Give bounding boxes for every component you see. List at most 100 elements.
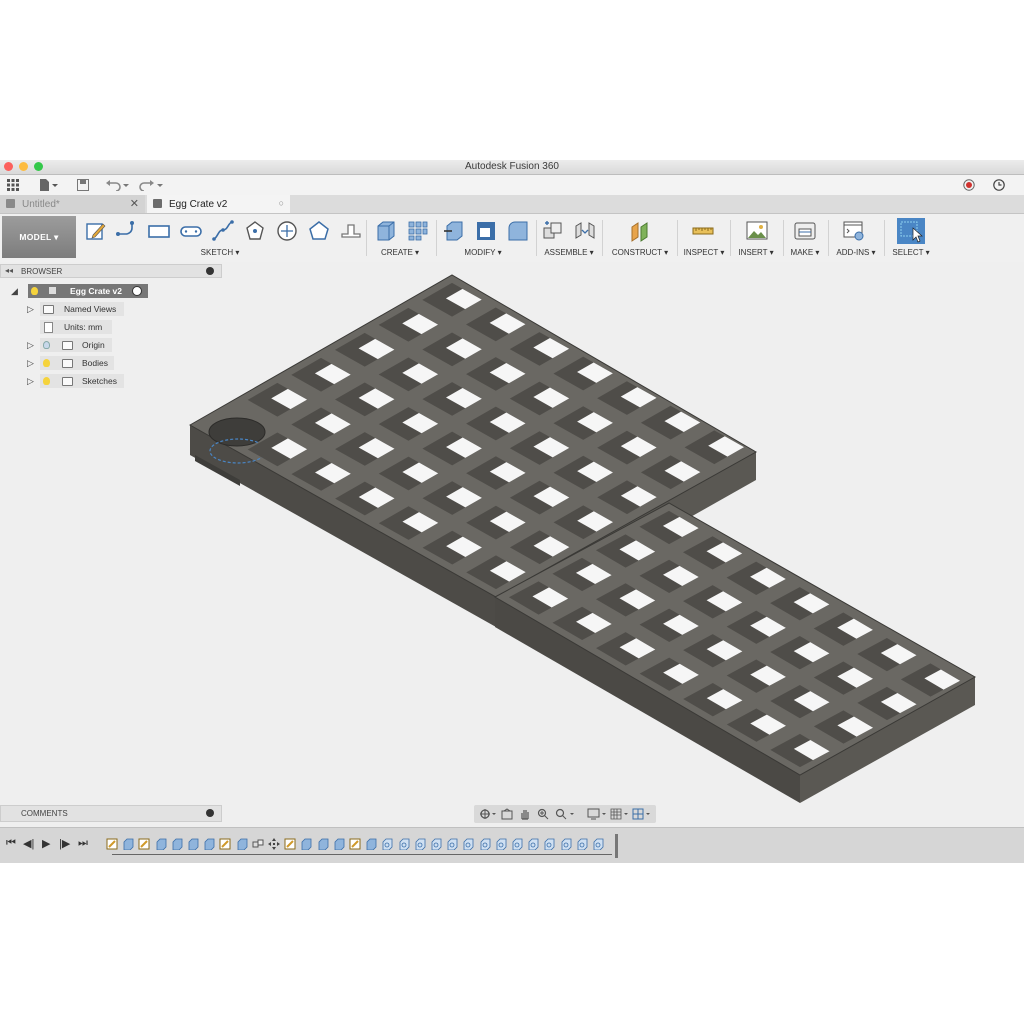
- 3d-viewport[interactable]: [0, 262, 1024, 827]
- inspect-menu[interactable]: INSPECT ▾: [684, 248, 725, 257]
- orbit-icon[interactable]: [478, 807, 498, 821]
- spline-icon[interactable]: [212, 220, 234, 242]
- pattern-icon[interactable]: [407, 220, 429, 242]
- timeline-extrude-icon[interactable]: [365, 838, 377, 850]
- select-icon[interactable]: [897, 218, 925, 244]
- make-menu[interactable]: MAKE ▾: [791, 248, 820, 257]
- file-icon[interactable]: [36, 177, 60, 193]
- timeline-pattern-icon[interactable]: [479, 838, 491, 850]
- visibility-bulb-icon[interactable]: [43, 359, 50, 367]
- clock-icon[interactable]: [992, 177, 1006, 193]
- visibility-bulb-off-icon[interactable]: [43, 341, 50, 349]
- step-back-icon[interactable]: ◀|: [23, 837, 34, 850]
- circle-icon[interactable]: [276, 220, 298, 242]
- zoom-icon[interactable]: [536, 807, 550, 821]
- expand-arrow-icon[interactable]: ▷: [27, 358, 34, 369]
- browser-item-bodies[interactable]: Bodies: [40, 356, 114, 370]
- expand-arrow-icon[interactable]: ▷: [27, 304, 34, 315]
- timeline-pattern-icon[interactable]: [398, 838, 410, 850]
- viewports-icon[interactable]: [632, 807, 652, 821]
- record-icon[interactable]: [962, 177, 976, 193]
- expand-arrow-icon[interactable]: ▷: [27, 376, 34, 387]
- timeline-pattern-icon[interactable]: [527, 838, 539, 850]
- collapse-arrow-icon[interactable]: ◢: [11, 286, 18, 297]
- modify-menu[interactable]: MODIFY ▾: [464, 248, 501, 257]
- browser-item-sketches[interactable]: Sketches: [40, 374, 124, 388]
- timeline-pattern-icon[interactable]: [576, 838, 588, 850]
- visibility-bulb-icon[interactable]: [31, 287, 38, 295]
- timeline-sketch-icon[interactable]: [219, 838, 231, 850]
- timeline-extrude-icon[interactable]: [155, 838, 167, 850]
- timeline-extrude-icon[interactable]: [333, 838, 345, 850]
- line-icon[interactable]: [116, 220, 138, 242]
- play-icon[interactable]: ▶: [42, 837, 50, 850]
- redo-icon[interactable]: [138, 177, 164, 193]
- visibility-bulb-icon[interactable]: [43, 377, 50, 385]
- browser-item-units[interactable]: Units: mm: [40, 320, 112, 334]
- create-sketch-icon[interactable]: [85, 220, 107, 242]
- browser-options-icon[interactable]: [206, 267, 214, 275]
- zoom-window-icon[interactable]: [554, 807, 578, 821]
- undo-icon[interactable]: [104, 177, 130, 193]
- timeline-pattern-icon[interactable]: [430, 838, 442, 850]
- unsaved-indicator-icon[interactable]: ○: [279, 198, 284, 208]
- select-menu[interactable]: SELECT ▾: [892, 248, 929, 257]
- grid-menu-icon[interactable]: [5, 177, 21, 193]
- close-tab-icon[interactable]: ✕: [130, 197, 139, 210]
- workspace-switcher[interactable]: MODEL ▾: [2, 216, 76, 258]
- go-to-end-icon[interactable]: ⏭: [78, 837, 88, 850]
- assemble-menu[interactable]: ASSEMBLE ▾: [544, 248, 593, 257]
- timeline-pattern-icon[interactable]: [592, 838, 604, 850]
- activate-radio-icon[interactable]: [132, 286, 142, 296]
- new-component-icon[interactable]: [542, 220, 564, 242]
- timeline-extrude-icon[interactable]: [300, 838, 312, 850]
- timeline-extrude-icon[interactable]: [236, 838, 248, 850]
- browser-item-named-views[interactable]: Named Views: [40, 302, 124, 316]
- timeline-extrude-icon[interactable]: [187, 838, 199, 850]
- timeline-move-icon[interactable]: [268, 838, 280, 850]
- timeline-pattern-icon[interactable]: [543, 838, 555, 850]
- timeline-pattern-icon[interactable]: [414, 838, 426, 850]
- add-comment-icon[interactable]: [206, 809, 214, 817]
- display-settings-icon[interactable]: [586, 807, 610, 821]
- project-icon[interactable]: [340, 220, 362, 242]
- polygon-icon[interactable]: [244, 220, 266, 242]
- shell-icon[interactable]: [475, 220, 497, 242]
- timeline-pattern-icon[interactable]: [462, 838, 474, 850]
- browser-panel-header[interactable]: ◂◂ BROWSER: [0, 264, 222, 278]
- timeline-extrude-icon[interactable]: [317, 838, 329, 850]
- browser-root-node[interactable]: Egg Crate v2: [28, 284, 148, 298]
- pentagon-icon[interactable]: [308, 220, 330, 242]
- save-icon[interactable]: [74, 177, 92, 193]
- collapse-panel-icon[interactable]: ◂◂: [5, 266, 13, 275]
- joint-icon[interactable]: [574, 220, 596, 242]
- timeline-sketch-icon[interactable]: [284, 838, 296, 850]
- timeline-extrude-icon[interactable]: [122, 838, 134, 850]
- press-pull-icon[interactable]: [443, 220, 465, 242]
- offset-plane-icon[interactable]: [629, 220, 651, 242]
- timeline-sketch-icon[interactable]: [349, 838, 361, 850]
- extrude-icon[interactable]: [375, 220, 397, 242]
- step-forward-icon[interactable]: |▶: [59, 837, 70, 850]
- look-at-icon[interactable]: [500, 807, 514, 821]
- browser-item-origin[interactable]: Origin: [40, 338, 112, 352]
- construct-menu[interactable]: CONSTRUCT ▾: [612, 248, 668, 257]
- timeline-pattern-icon[interactable]: [381, 838, 393, 850]
- timeline-extrude-icon[interactable]: [171, 838, 183, 850]
- tab-egg-crate[interactable]: Egg Crate v2 ○: [147, 195, 290, 213]
- pan-hand-icon[interactable]: [518, 807, 532, 821]
- measure-icon[interactable]: [692, 220, 714, 242]
- fillet-icon[interactable]: [507, 220, 529, 242]
- add-ins-menu[interactable]: ADD-INS ▾: [836, 248, 875, 257]
- comments-panel[interactable]: COMMENTS: [0, 805, 222, 822]
- timeline-extrude-icon[interactable]: [203, 838, 215, 850]
- timeline-pattern-icon[interactable]: [495, 838, 507, 850]
- timeline-sketch-icon[interactable]: [106, 838, 118, 850]
- expand-arrow-icon[interactable]: ▷: [27, 340, 34, 351]
- sketch-menu[interactable]: SKETCH ▾: [201, 248, 240, 257]
- go-to-start-icon[interactable]: ⏮: [6, 837, 16, 850]
- timeline-pattern-icon[interactable]: [560, 838, 572, 850]
- timeline-component-icon[interactable]: [252, 838, 264, 850]
- create-menu[interactable]: CREATE ▾: [381, 248, 419, 257]
- insert-menu[interactable]: INSERT ▾: [738, 248, 773, 257]
